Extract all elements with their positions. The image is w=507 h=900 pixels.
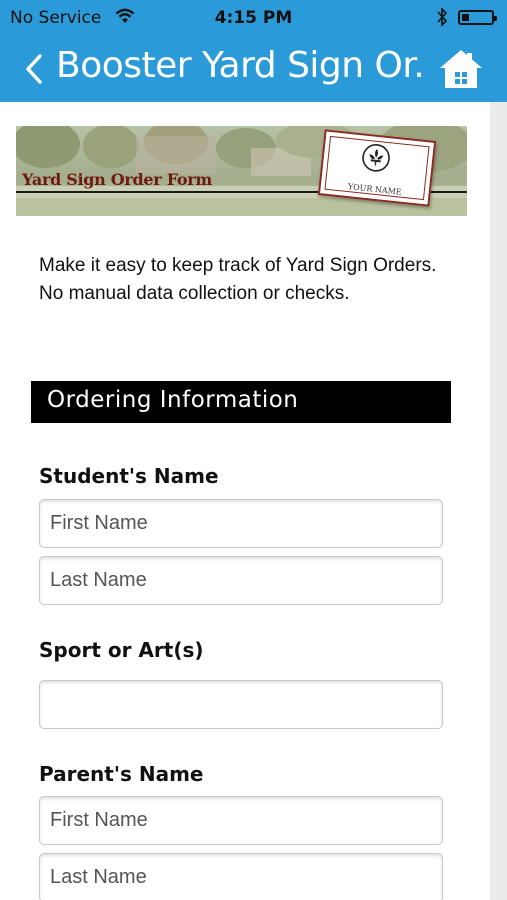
bluetooth-icon xyxy=(437,7,448,27)
chevron-left-icon[interactable] xyxy=(22,52,46,86)
form-content[interactable]: Yard Sign Order Form YOUR NAME Make it e… xyxy=(0,102,490,900)
banner-title: Yard Sign Order Form xyxy=(22,170,213,189)
status-bar: No Service 4:15 PM xyxy=(0,0,507,34)
student-last-name-input[interactable] xyxy=(39,556,443,605)
page-title: Booster Yard Sign Or... xyxy=(56,45,428,86)
sport-input[interactable] xyxy=(39,680,443,729)
fleur-de-lis-icon xyxy=(362,144,390,172)
banner-image: Yard Sign Order Form YOUR NAME xyxy=(16,126,467,216)
scrollbar-track[interactable] xyxy=(490,102,507,900)
student-first-name-input[interactable] xyxy=(39,499,443,548)
navigation-bar: Booster Yard Sign Or... xyxy=(0,34,507,102)
yard-sign-card: YOUR NAME xyxy=(317,129,437,207)
intro-text: Make it easy to keep track of Yard Sign … xyxy=(39,255,437,304)
parent-last-name-input[interactable] xyxy=(39,853,443,900)
home-icon[interactable] xyxy=(438,48,484,90)
section-header: Ordering Information xyxy=(31,381,451,423)
section-title: Ordering Information xyxy=(47,387,299,413)
parent-first-name-input[interactable] xyxy=(39,796,443,845)
parent-name-label: Parent's Name xyxy=(39,762,204,786)
clock: 4:15 PM xyxy=(214,8,293,28)
student-name-label: Student's Name xyxy=(39,464,219,488)
battery-icon xyxy=(458,10,497,25)
sport-label: Sport or Art(s) xyxy=(39,638,204,662)
